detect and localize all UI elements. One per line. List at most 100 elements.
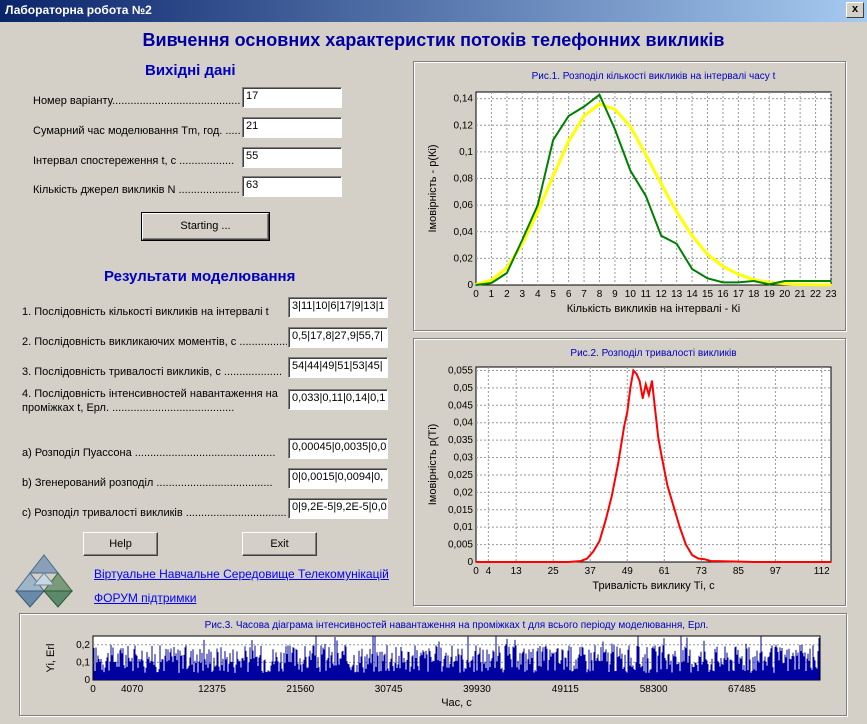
chart1-data-point bbox=[552, 139, 554, 141]
sources-label: Кількість джерел викликів N ............… bbox=[33, 184, 240, 196]
result-field-4[interactable]: 0,033|0,11|0,14|0,1 bbox=[288, 389, 388, 410]
chart2-xtick-label: 37 bbox=[585, 566, 597, 577]
variant-input[interactable]: 17 bbox=[242, 87, 342, 108]
inputs-section-title: Вихідні дані bbox=[145, 62, 236, 79]
chart2-xtick-label: 112 bbox=[814, 566, 830, 577]
result-label-2: 2. Послідовність викликаючих моментів, с… bbox=[22, 336, 287, 348]
chart1-data-point bbox=[737, 273, 740, 276]
chart1-xtick-label: 15 bbox=[702, 289, 714, 300]
poisson-label: а) Розподіл Пуассона ...................… bbox=[22, 447, 276, 459]
forum-link[interactable]: ФОРУМ підтримки bbox=[94, 591, 196, 605]
chart2-data-point bbox=[592, 550, 595, 553]
chart1-ytick-label: 0,08 bbox=[454, 174, 474, 185]
chart3-xtick-label: 49115 bbox=[552, 684, 580, 695]
chart2-data-point bbox=[737, 560, 740, 563]
page-title: Вивчення основних характеристик потоків … bbox=[142, 30, 725, 50]
chart1-data-point bbox=[675, 242, 678, 245]
chart3-xtick-label: 4070 bbox=[121, 684, 144, 695]
total-time-input[interactable]: 21 bbox=[242, 117, 342, 138]
help-button[interactable]: Help bbox=[83, 532, 158, 556]
sources-input[interactable]: 63 bbox=[242, 176, 342, 197]
chart1-xtick-label: 20 bbox=[779, 289, 791, 300]
chart3-xtick-label: 12375 bbox=[198, 684, 226, 695]
starting-button[interactable]: Starting ... bbox=[141, 212, 270, 241]
chart2-ytick-label: 0,05 bbox=[454, 383, 474, 394]
chart2-ytick-label: 0,045 bbox=[448, 400, 473, 411]
chart1-plot-area bbox=[475, 91, 832, 286]
exit-button[interactable]: Exit bbox=[242, 532, 317, 556]
duration-dist-field[interactable]: 0|9,2E-5|9,2E-5|0,0 bbox=[288, 498, 388, 519]
chart1-data-point bbox=[567, 115, 570, 117]
results-section-title: Результати моделювання bbox=[104, 268, 296, 285]
chart1-xtick-label: 5 bbox=[550, 289, 556, 300]
generated-label: b) Згенерований розподіл ...............… bbox=[22, 477, 273, 489]
chart2-xtick-label: 0 bbox=[473, 566, 479, 577]
chart1-xtick-label: 23 bbox=[825, 289, 837, 300]
chart2-data-point bbox=[685, 543, 687, 546]
chart2-xtick-label: 25 bbox=[548, 566, 560, 577]
chart2-data-point bbox=[648, 394, 650, 396]
generated-field[interactable]: 0|0,0015|0,0094|0, bbox=[288, 468, 388, 489]
chart1-xtick-label: 0 bbox=[473, 289, 479, 300]
chart1-xtick-label: 6 bbox=[566, 289, 572, 300]
result-field-2[interactable]: 0,5|17,8|27,9|55,7| bbox=[288, 327, 388, 348]
chart1-xtick-label: 16 bbox=[717, 289, 729, 300]
virtual-env-link[interactable]: Віртуальне Навчальне Середовище Телекому… bbox=[94, 567, 389, 581]
chart2-data-point bbox=[697, 557, 700, 560]
chart3-title: Рис.3. Часова діаграма інтенсивностей на… bbox=[205, 620, 709, 631]
chart2-title: Рис.2. Розподіл тривалості викликів bbox=[570, 348, 736, 359]
chart1-svg: Рис.1. Розподіл кількості викликів на ін… bbox=[427, 71, 837, 315]
chart1-data-point bbox=[706, 253, 709, 256]
chart2-ytick-label: 0,015 bbox=[448, 505, 473, 516]
chart1-xtick-label: 1 bbox=[489, 289, 495, 300]
chart2-data-point bbox=[783, 561, 786, 563]
interval-input[interactable]: 55 bbox=[242, 147, 342, 168]
chart2-data-point bbox=[641, 397, 644, 400]
chart1-data-point bbox=[490, 282, 493, 284]
chart1-data-point bbox=[830, 280, 832, 282]
chart1-data-point bbox=[753, 280, 755, 282]
chart2-ytick-label: 0,005 bbox=[448, 540, 473, 551]
chart1-data-point bbox=[799, 280, 801, 282]
variant-label: Номер варіанту..........................… bbox=[33, 95, 240, 107]
chart3-panel: Рис.3. Часова діаграма інтенсивностей на… bbox=[19, 613, 847, 716]
close-button[interactable]: x bbox=[846, 2, 864, 18]
chart2-data-point bbox=[830, 561, 832, 563]
chart2-data-point bbox=[611, 495, 613, 497]
logo-icon bbox=[14, 554, 74, 608]
chart3-xlabel: Час, с bbox=[441, 697, 472, 709]
result-field-3[interactable]: 54|44|49|51|53|45| bbox=[288, 357, 388, 378]
chart1-data-point bbox=[536, 210, 539, 213]
chart2-ytick-label: 0,035 bbox=[448, 435, 473, 446]
chart1-xtick-label: 22 bbox=[810, 289, 822, 300]
chart1-data-point bbox=[567, 140, 570, 143]
chart1-xtick-label: 11 bbox=[641, 289, 652, 300]
chart1-data-point bbox=[675, 210, 678, 213]
chart2-ytick-label: 0,03 bbox=[454, 453, 474, 464]
chart2-data-point bbox=[703, 558, 706, 561]
chart1-xtick-label: 12 bbox=[656, 289, 668, 300]
chart2-data-point bbox=[666, 484, 669, 487]
chart2-xtick-label: 73 bbox=[696, 566, 708, 577]
chart3-ytick-label: 0,2 bbox=[76, 640, 90, 651]
chart1-data-point bbox=[614, 108, 616, 111]
chart1-ytick-label: 0,06 bbox=[454, 200, 474, 211]
result-field-1[interactable]: 3|11|10|6|17|9|13|1 bbox=[288, 297, 388, 318]
chart1-panel: Рис.1. Розподіл кількості викликів на ін… bbox=[413, 61, 846, 331]
poisson-field[interactable]: 0,00045|0,0035|0,0 bbox=[288, 438, 388, 459]
chart2-data-point bbox=[672, 505, 675, 508]
chart1-data-point bbox=[598, 103, 601, 105]
chart3-xtick-label: 58300 bbox=[640, 684, 668, 695]
result-label-4-line2: проміжках t, Ерл. ......................… bbox=[22, 402, 235, 414]
chart2-data-point bbox=[651, 380, 653, 382]
chart1-xlabel: Кількість викликів на інтервалі - Кі bbox=[567, 303, 740, 315]
chart1-data-point bbox=[737, 281, 740, 284]
chart2-data-point bbox=[632, 369, 635, 372]
chart1-ylabel: Імовірність - p(Кі) bbox=[427, 145, 439, 233]
chart2-data-point bbox=[586, 557, 588, 560]
chart1-xtick-label: 4 bbox=[535, 289, 541, 300]
chart1-ytick-label: 0,14 bbox=[454, 94, 474, 105]
chart1-data-point bbox=[506, 266, 508, 269]
chart1-title: Рис.1. Розподіл кількості викликів на ін… bbox=[532, 71, 776, 82]
chart2-svg: Рис.2. Розподіл тривалості викликів 0 0,00… bbox=[427, 348, 832, 592]
